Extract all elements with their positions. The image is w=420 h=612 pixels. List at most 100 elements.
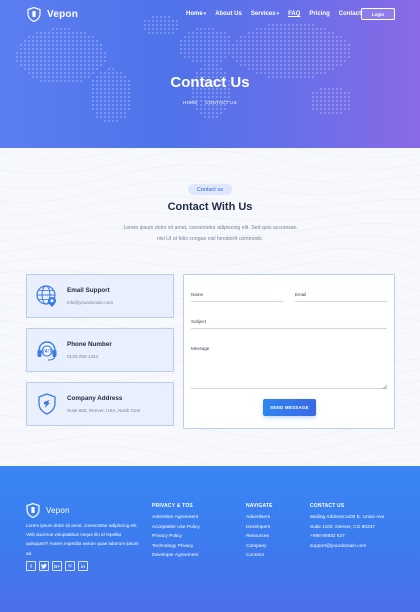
map-dot bbox=[204, 48, 206, 50]
map-dot bbox=[264, 52, 266, 54]
map-dot bbox=[200, 36, 202, 38]
map-dot bbox=[56, 32, 58, 34]
map-dot bbox=[96, 108, 98, 110]
google-plus-icon[interactable]: G+ bbox=[52, 561, 62, 571]
map-dot bbox=[116, 116, 118, 118]
nav-item-pricing[interactable]: Pricing bbox=[309, 11, 329, 17]
map-dot bbox=[316, 44, 318, 46]
map-dot bbox=[160, 32, 162, 34]
send-message-button[interactable]: SEND MESSAGE bbox=[263, 399, 316, 416]
footer-link[interactable]: Company bbox=[246, 542, 273, 552]
svg-text:24/7: 24/7 bbox=[42, 349, 52, 354]
footer-link[interactable]: Acceptable Use Policy bbox=[152, 523, 200, 533]
footer-link[interactable]: Advertiser Agreement bbox=[152, 513, 200, 523]
map-dot bbox=[288, 64, 290, 66]
login-button[interactable]: Login bbox=[361, 8, 395, 20]
message-textarea[interactable] bbox=[191, 355, 387, 389]
email-field[interactable] bbox=[295, 301, 387, 302]
brand-logo[interactable]: Vepon bbox=[27, 7, 78, 22]
map-dot bbox=[64, 44, 66, 46]
map-dot bbox=[292, 40, 294, 42]
footer-email[interactable]: support@yourdomain.com bbox=[310, 542, 384, 552]
map-dot bbox=[20, 52, 22, 54]
footer-phone[interactable]: +999 90932 627 bbox=[310, 532, 384, 542]
map-dot bbox=[100, 96, 102, 98]
map-dot bbox=[212, 96, 214, 98]
map-dot bbox=[224, 32, 226, 34]
shield-logo-icon bbox=[26, 503, 40, 518]
map-dot bbox=[228, 36, 230, 38]
breadcrumb-home[interactable]: HOME bbox=[183, 100, 198, 105]
name-field[interactable] bbox=[191, 301, 283, 302]
map-dot bbox=[200, 32, 202, 34]
map-dot bbox=[128, 108, 130, 110]
map-dot bbox=[64, 40, 66, 42]
map-dot bbox=[248, 64, 250, 66]
map-dot bbox=[248, 48, 250, 50]
map-dot bbox=[264, 36, 266, 38]
nav-item-about[interactable]: About Us bbox=[215, 11, 242, 17]
message-underline bbox=[191, 388, 387, 389]
footer-link[interactable]: Privacy Policy bbox=[152, 532, 200, 542]
contact-section: Contact us Contact With Us Lorem ipsum d… bbox=[0, 148, 420, 466]
facebook-icon[interactable]: f bbox=[26, 561, 36, 571]
map-dot bbox=[84, 36, 86, 38]
map-dot bbox=[312, 96, 314, 98]
resize-handle-icon[interactable] bbox=[382, 384, 387, 389]
map-dot bbox=[212, 32, 214, 34]
card-phone-value[interactable]: 0120-292-1424 bbox=[67, 354, 98, 359]
footer-link[interactable]: Technology Privacy bbox=[152, 542, 200, 552]
nav-item-services[interactable]: Services▾ bbox=[251, 11, 279, 17]
map-dot bbox=[328, 36, 330, 38]
linkedin-icon[interactable]: in bbox=[78, 561, 88, 571]
map-dot bbox=[88, 56, 90, 58]
card-title: Company Address bbox=[67, 395, 123, 402]
map-dot bbox=[340, 64, 342, 66]
map-dot bbox=[312, 52, 314, 54]
footer-link[interactable]: Connect bbox=[246, 551, 273, 561]
footer-link[interactable]: Developers bbox=[246, 523, 273, 533]
subject-field[interactable] bbox=[191, 328, 387, 329]
map-dot bbox=[68, 60, 70, 62]
map-dot bbox=[208, 116, 210, 118]
card-email-value[interactable]: info@yourdomain.com bbox=[67, 300, 113, 305]
twitter-icon[interactable] bbox=[39, 561, 49, 571]
map-dot bbox=[264, 64, 266, 66]
map-dot bbox=[208, 112, 210, 114]
map-dot bbox=[304, 60, 306, 62]
map-dot bbox=[296, 28, 298, 30]
nav-item-home[interactable]: Home▾ bbox=[186, 11, 206, 17]
nav-item-contact[interactable]: Contact bbox=[339, 11, 361, 17]
map-dot bbox=[328, 92, 330, 94]
footer-link[interactable]: Advertisers bbox=[246, 513, 273, 523]
map-dot bbox=[24, 48, 26, 50]
map-dot bbox=[268, 52, 270, 54]
nav-item-faq[interactable]: FAQ bbox=[288, 11, 300, 17]
map-dot bbox=[88, 60, 90, 62]
footer-link[interactable]: Resources bbox=[246, 532, 273, 542]
contour-line bbox=[0, 149, 420, 174]
footer-suite-address: Suite 1100. Denver, CO 80237 bbox=[310, 524, 375, 530]
map-dot bbox=[100, 112, 102, 114]
map-dot bbox=[108, 96, 110, 98]
map-dot bbox=[120, 92, 122, 94]
map-dot bbox=[120, 116, 122, 118]
map-dot bbox=[88, 68, 90, 70]
map-dot bbox=[260, 56, 262, 58]
map-dot bbox=[320, 112, 322, 114]
map-dot bbox=[344, 56, 346, 58]
map-dot bbox=[316, 60, 318, 62]
map-dot bbox=[208, 32, 210, 34]
footer-brand-logo[interactable]: Vepon bbox=[26, 503, 70, 518]
map-dot bbox=[256, 40, 258, 42]
map-dot bbox=[308, 56, 310, 58]
map-dot bbox=[32, 52, 34, 54]
map-dot bbox=[336, 36, 338, 38]
map-dot bbox=[204, 92, 206, 94]
map-dot bbox=[80, 60, 82, 62]
map-dot bbox=[220, 32, 222, 34]
map-dot bbox=[320, 60, 322, 62]
instagram-icon[interactable]: ◎ bbox=[65, 561, 75, 571]
map-dot bbox=[52, 44, 54, 46]
footer-link[interactable]: Developer Agreement bbox=[152, 551, 200, 561]
